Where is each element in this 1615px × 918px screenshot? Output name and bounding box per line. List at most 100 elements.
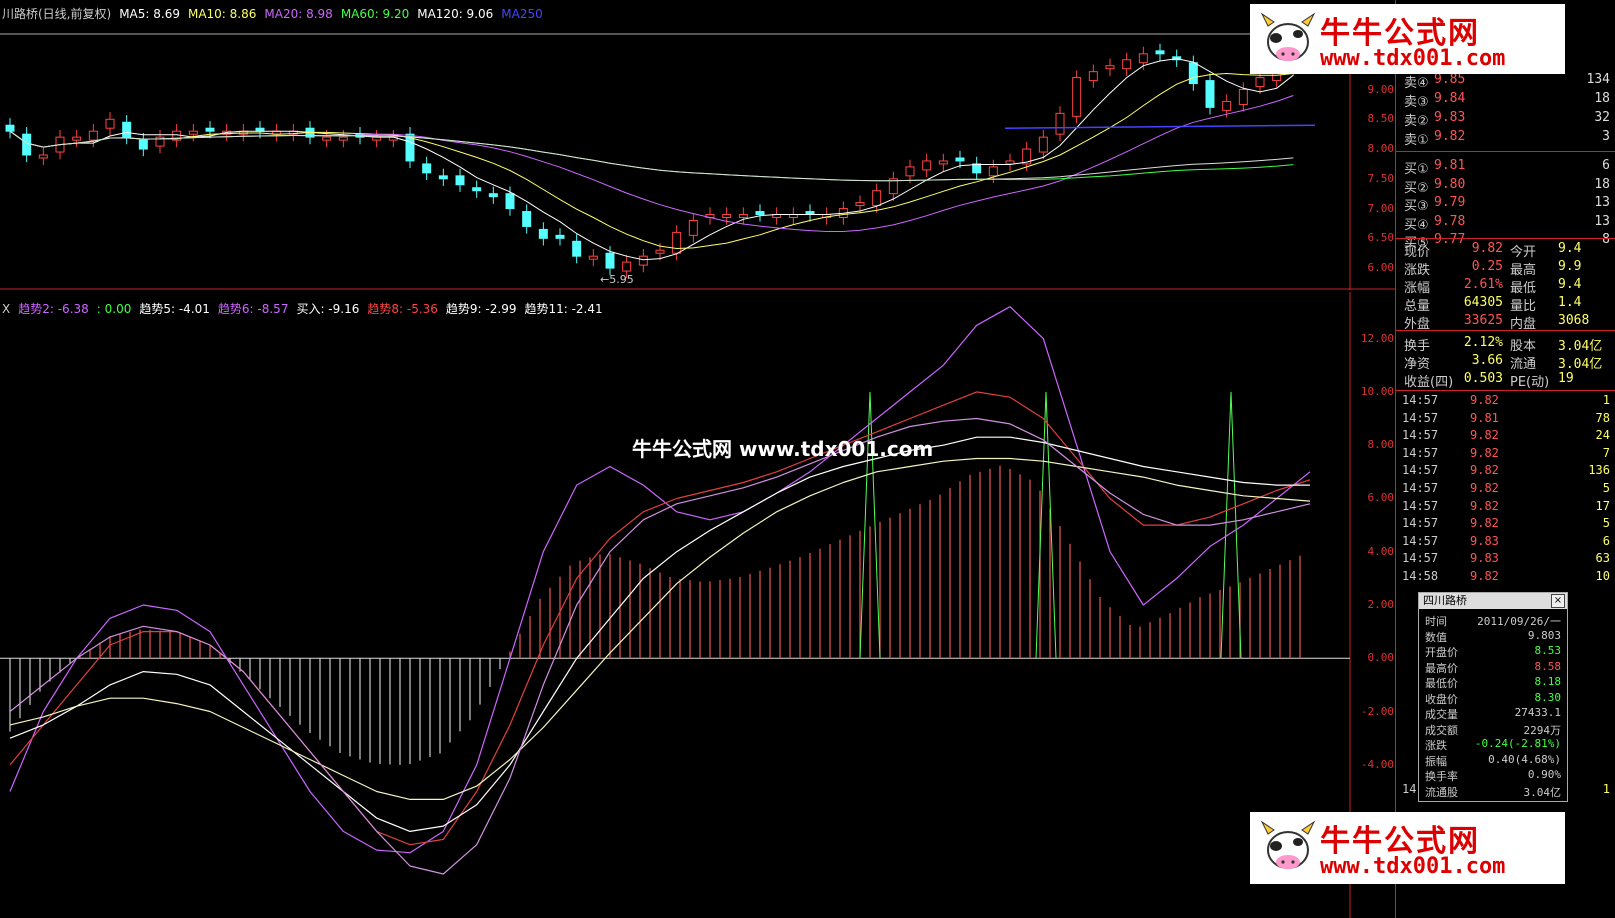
ma-label: MA250 xyxy=(501,7,543,21)
tick-row: 14:57 9.82 5 xyxy=(1398,481,1614,498)
candle xyxy=(1205,80,1215,108)
popup-value: 8.18 xyxy=(1534,675,1562,688)
candle xyxy=(538,228,548,239)
order-price: 9.82 xyxy=(1434,129,1466,144)
popup-key: 最高价 xyxy=(1425,661,1458,675)
candle xyxy=(205,127,215,132)
quote-key: 最低 xyxy=(1510,281,1537,296)
popup-value: 9.803 xyxy=(1527,628,1561,642)
candle xyxy=(905,166,915,177)
popup-row: 最低价 8.18 xyxy=(1419,675,1565,690)
order-price: 9.84 xyxy=(1434,91,1466,106)
quote-value: 9.9 xyxy=(1558,259,1582,274)
tick-row: 14:57 9.82 1 xyxy=(1398,393,1614,410)
order-label: 卖② xyxy=(1404,114,1429,129)
indicator-tick-label: 8.00 xyxy=(1367,438,1395,452)
indicator-tick-label: -2.00 xyxy=(1360,704,1394,718)
popup-title-bar[interactable]: 四川路桥 × xyxy=(1419,593,1567,609)
quote-value: 1.4 xyxy=(1558,295,1582,310)
ma-label: MA10: 8.86 xyxy=(187,7,257,21)
popup-row: 流通股 3.04亿 xyxy=(1419,784,1565,799)
tick-price: 9.81 xyxy=(1470,410,1499,425)
candle xyxy=(738,214,748,218)
brand-url: www.tdx001.com xyxy=(1320,46,1506,71)
tick-price: 9.82 xyxy=(1470,428,1499,443)
quote-separator xyxy=(1396,390,1615,391)
quote-value: 3.66 xyxy=(1471,353,1503,368)
close-icon[interactable]: × xyxy=(1551,594,1565,608)
quote-key: 换手 xyxy=(1404,339,1431,354)
ma-line xyxy=(9,95,1294,232)
candle xyxy=(938,160,948,165)
candle xyxy=(472,187,482,192)
price-tick-label: 8.00 xyxy=(1367,142,1395,156)
candle xyxy=(322,136,332,141)
order-label: 买③ xyxy=(1404,199,1429,214)
order-row-buy: 买① 9.81 6 xyxy=(1398,158,1614,177)
popup-key: 涨跌 xyxy=(1425,739,1447,752)
price-chart[interactable]: ←5.95 xyxy=(0,20,1395,290)
popup-value: 0.40(4.68%) xyxy=(1488,752,1561,766)
popup-key: 成交额 xyxy=(1425,723,1458,737)
indicator-tick-label: 2.00 xyxy=(1367,598,1395,611)
ma-label: MA5: 8.69 xyxy=(119,7,180,21)
candle xyxy=(1072,77,1082,117)
order-separator xyxy=(1396,238,1615,239)
order-volume: 13 xyxy=(1594,195,1610,210)
tick-time: 14:57 xyxy=(1402,498,1439,513)
watermark-text: 牛牛公式网 www.tdx001.com xyxy=(632,437,934,461)
popup-key: 最低价 xyxy=(1425,677,1458,690)
candle xyxy=(1255,77,1265,88)
signal-spike xyxy=(1035,391,1057,659)
quote-value: 9.4 xyxy=(1558,277,1582,292)
candle xyxy=(72,136,82,141)
candle xyxy=(438,175,448,180)
popup-key: 振幅 xyxy=(1425,754,1447,768)
tick-volume: 1 xyxy=(1602,782,1610,796)
popup-row: 成交额 2294万 xyxy=(1419,722,1565,737)
candle xyxy=(622,261,632,272)
order-price: 9.80 xyxy=(1434,176,1466,192)
order-volume: 18 xyxy=(1594,176,1610,192)
quote-key: 股本 xyxy=(1510,339,1537,354)
indicator-tick-label: 6.00 xyxy=(1367,491,1395,505)
candle xyxy=(588,255,598,260)
indicator-tick-label: -4.00 xyxy=(1360,757,1394,771)
ma-label: MA60: 9.20 xyxy=(340,7,410,21)
candle xyxy=(122,121,132,138)
popup-key: 流通股 xyxy=(1425,785,1458,799)
popup-value: 2294万 xyxy=(1523,723,1562,737)
quote-key: 涨幅 xyxy=(1404,281,1431,296)
quote-row: 收益(四) 0.503 PE(动) 19 xyxy=(1398,371,1614,390)
quote-value: 9.82 xyxy=(1471,241,1503,256)
candle xyxy=(672,231,682,254)
tick-price: 9.83 xyxy=(1470,533,1499,548)
quote-value: 33625 xyxy=(1463,313,1503,328)
bar-info-popup[interactable]: 四川路桥 × 时间 2011/09/26/一 数值 9.803 开盘价 8.53 最高价 8.… xyxy=(1418,592,1568,802)
candle xyxy=(922,160,932,171)
ma-label: MA120: 9.06 xyxy=(417,7,494,21)
candle xyxy=(655,249,665,254)
quote-value: 3068 xyxy=(1558,313,1590,328)
order-price: 9.78 xyxy=(1434,213,1466,229)
popup-row: 涨跌 -0.24(-2.81%) xyxy=(1419,737,1565,752)
order-row-buy: 买③ 9.79 13 xyxy=(1398,195,1614,214)
tick-price: 9.82 xyxy=(1470,569,1499,583)
order-label: 卖④ xyxy=(1404,76,1429,91)
brand-logo-bottom: 牛牛公式网 www.tdx001.com xyxy=(1250,812,1565,884)
quote-row: 换手 2.12% 股本 3.04亿 xyxy=(1398,335,1614,354)
ma-line xyxy=(9,58,1294,261)
tick-volume: 78 xyxy=(1595,410,1610,425)
popup-row: 换手率 0.90% xyxy=(1419,768,1565,783)
tick-time: 14:57 xyxy=(1402,428,1439,443)
candle xyxy=(572,240,582,257)
quote-key: 流通 xyxy=(1510,357,1537,372)
ma-legend: MA5: 8.69 MA10: 8.86 MA20: 8.98 MA60: 9.20 M… xyxy=(119,7,551,21)
indicator-chart[interactable] xyxy=(0,292,1395,918)
quote-value: 0.503 xyxy=(1463,371,1503,386)
order-volume: 6 xyxy=(1602,158,1610,173)
order-price: 9.81 xyxy=(1434,158,1466,173)
candle xyxy=(1055,112,1065,135)
candle xyxy=(422,163,432,174)
ma-label: MA20: 8.98 xyxy=(264,7,333,21)
